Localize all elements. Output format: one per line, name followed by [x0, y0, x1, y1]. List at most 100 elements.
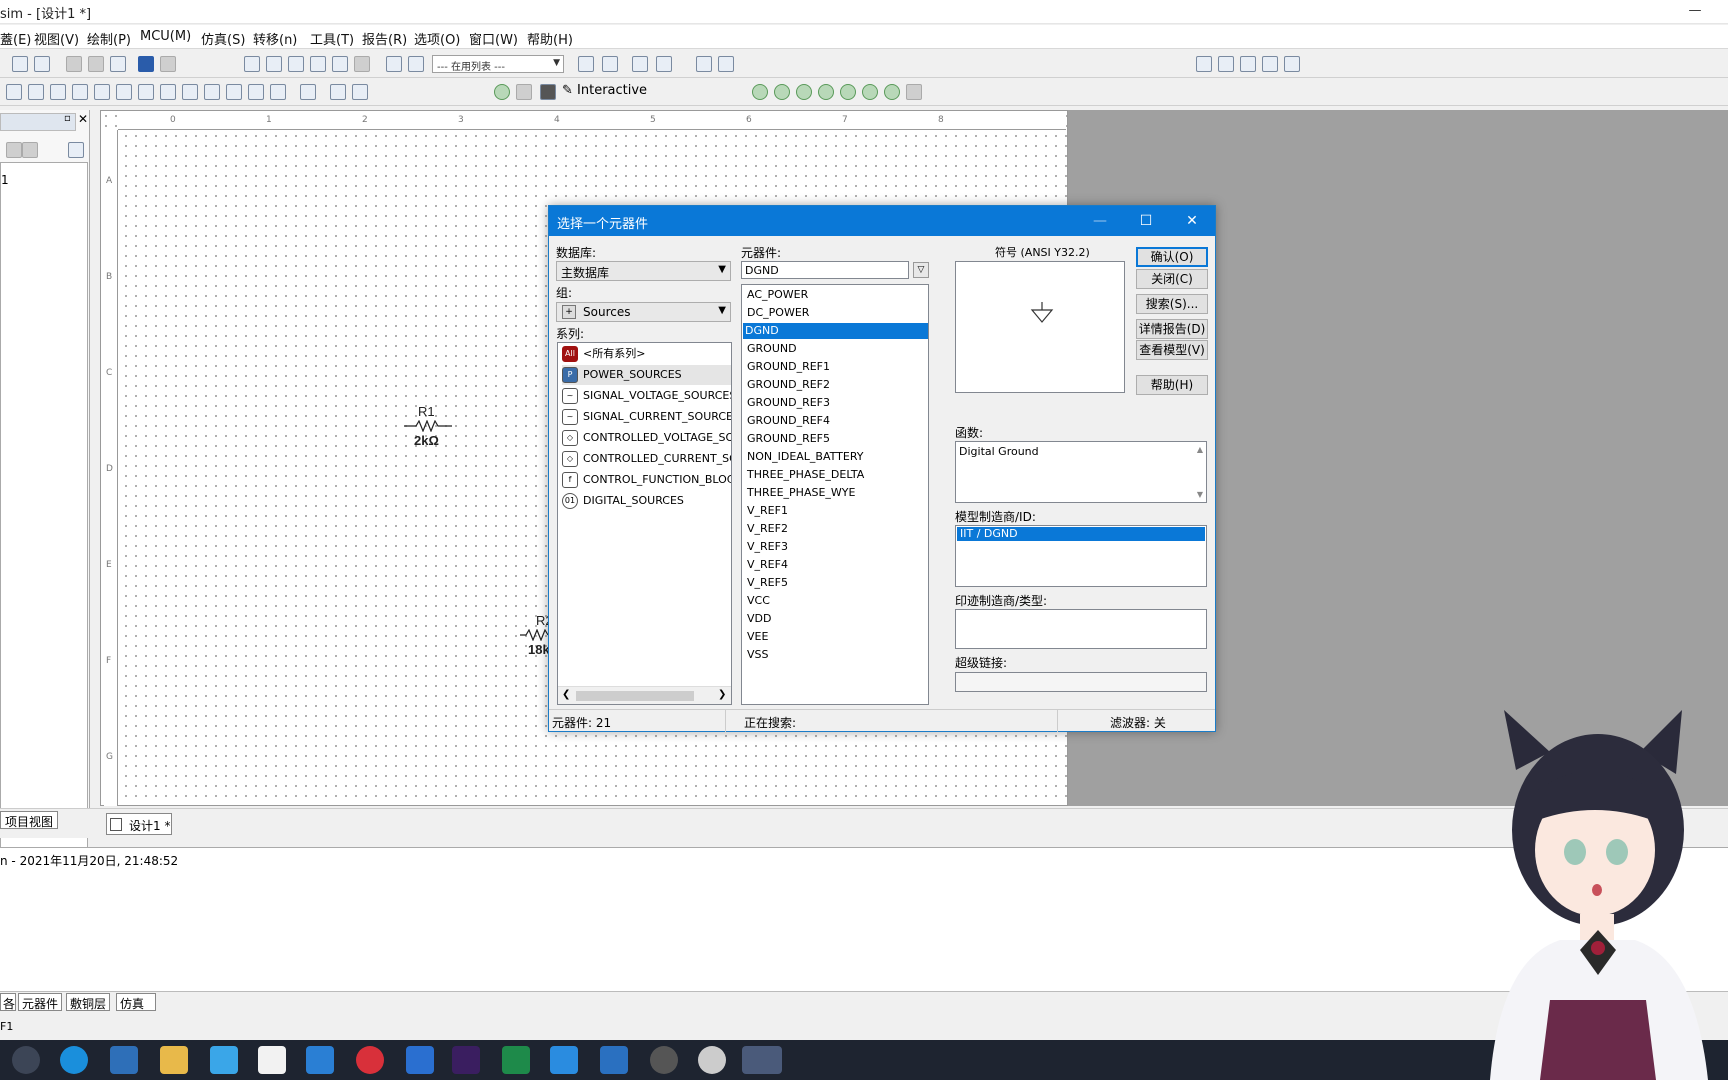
- resistor-r1-value[interactable]: 2kΩ: [414, 433, 439, 448]
- component-item[interactable]: GROUND: [745, 341, 928, 357]
- app-icon[interactable]: [600, 1046, 628, 1074]
- menu-tools[interactable]: 工具(T): [310, 29, 354, 48]
- menu-simulate[interactable]: 仿真(S): [201, 29, 245, 48]
- component-item[interactable]: V_REF1: [745, 503, 928, 519]
- component-item[interactable]: V_REF3: [745, 539, 928, 555]
- bode-plotter-icon[interactable]: [840, 84, 856, 100]
- place-hierarchy-icon[interactable]: [330, 84, 346, 100]
- place-diode-icon[interactable]: [50, 84, 66, 100]
- multisim-icon[interactable]: [502, 1046, 530, 1074]
- component-item[interactable]: AC_POWER: [745, 287, 928, 303]
- panel-delete-icon[interactable]: [22, 142, 38, 158]
- footprint-list[interactable]: [955, 609, 1207, 649]
- tree-item[interactable]: 1: [1, 173, 9, 187]
- menu-reports[interactable]: 报告(R): [362, 29, 407, 48]
- family-list[interactable]: All <所有系列> P POWER_SOURCES ~ SIGNAL_VOLTAGE…: [557, 342, 732, 705]
- family-item-power-sources[interactable]: P POWER_SOURCES: [562, 365, 731, 385]
- probe-icon[interactable]: [578, 56, 594, 72]
- resistor-r1-name[interactable]: R1: [418, 404, 435, 419]
- component-item[interactable]: THREE_PHASE_DELTA: [745, 467, 928, 483]
- premiere-icon[interactable]: [452, 1046, 480, 1074]
- view-model-button[interactable]: 查看模型(V): [1136, 340, 1208, 360]
- menu-edit[interactable]: 蓋(E): [0, 29, 31, 48]
- component-item[interactable]: DC_POWER: [745, 305, 928, 321]
- detail-report-button[interactable]: 详情报告(D): [1136, 319, 1208, 339]
- multimeter-icon[interactable]: [752, 84, 768, 100]
- model-list[interactable]: IIT / DGND: [955, 525, 1207, 587]
- place-ladder-icon[interactable]: [300, 84, 316, 100]
- component-item[interactable]: THREE_PHASE_WYE: [745, 485, 928, 501]
- place-basic-icon[interactable]: [28, 84, 44, 100]
- find-icon[interactable]: [696, 56, 712, 72]
- panel-minimize-icon[interactable]: ▫: [64, 113, 71, 124]
- dialog-maximize-icon[interactable]: ☐: [1123, 206, 1169, 236]
- place-bus-icon[interactable]: [352, 84, 368, 100]
- place-power-icon[interactable]: [226, 84, 242, 100]
- component-item[interactable]: V_REF2: [745, 521, 928, 537]
- tab-simulation[interactable]: 仿真: [116, 993, 156, 1011]
- minimize-button[interactable]: —: [1680, 2, 1710, 22]
- component-search-input[interactable]: DGND: [741, 261, 909, 279]
- filter-icon[interactable]: ▽: [913, 262, 929, 278]
- component-list[interactable]: AC_POWER DC_POWER DGND GROUND GROUND_REF…: [741, 284, 929, 705]
- postprocessor-icon[interactable]: [332, 56, 348, 72]
- place-indicator-icon[interactable]: [204, 84, 220, 100]
- component-item[interactable]: GROUND_REF2: [745, 377, 928, 393]
- resistor-r2-value[interactable]: 18k: [528, 642, 550, 657]
- pause-simulation-icon[interactable]: [516, 84, 532, 100]
- component-item[interactable]: V_REF5: [745, 575, 928, 591]
- tab-results[interactable]: 各: [0, 993, 16, 1011]
- menu-options[interactable]: 选项(O): [414, 29, 460, 48]
- settings-gear-icon[interactable]: [906, 84, 922, 100]
- place-misc-digital-icon[interactable]: [160, 84, 176, 100]
- annotate-icon[interactable]: [408, 56, 424, 72]
- store-icon[interactable]: [210, 1046, 238, 1074]
- resistor-r2-symbol[interactable]: [520, 629, 548, 641]
- family-item-controlled-current[interactable]: ◇ CONTROLLED_CURRENT_SOU: [562, 449, 731, 469]
- place-analog-icon[interactable]: [94, 84, 110, 100]
- mail-icon[interactable]: [306, 1046, 334, 1074]
- zoom-fit-icon[interactable]: [1262, 56, 1278, 72]
- confirm-button[interactable]: 确认(O): [1136, 247, 1208, 267]
- component-item[interactable]: GROUND_REF3: [745, 395, 928, 411]
- menu-view[interactable]: 视图(V): [34, 29, 79, 48]
- resistor-r1-symbol[interactable]: [404, 420, 452, 432]
- redo-icon[interactable]: [160, 56, 176, 72]
- netease-music-icon[interactable]: [356, 1046, 384, 1074]
- print-icon[interactable]: [12, 56, 28, 72]
- interactive-mode-button[interactable]: ✎ Interactive: [562, 83, 647, 98]
- wattmeter-icon[interactable]: [796, 84, 812, 100]
- menu-transfer[interactable]: 转移(n): [253, 29, 297, 48]
- full-screen-icon[interactable]: [1284, 56, 1300, 72]
- family-item-digital-sources[interactable]: 01 DIGITAL_SOURCES: [562, 491, 684, 511]
- panel-properties-icon[interactable]: [68, 142, 84, 158]
- toggle-panel-icon[interactable]: [244, 56, 260, 72]
- oscilloscope-icon[interactable]: [818, 84, 834, 100]
- word-generator-icon[interactable]: [862, 84, 878, 100]
- component-item-selected[interactable]: DGND: [743, 323, 928, 339]
- panel-tool-icon[interactable]: [6, 142, 22, 158]
- help-button[interactable]: 帮助(H): [1136, 375, 1208, 395]
- hyperlink-field[interactable]: [955, 672, 1207, 692]
- paste-icon[interactable]: [110, 56, 126, 72]
- component-item[interactable]: GROUND_REF5: [745, 431, 928, 447]
- tab-copper-layers[interactable]: 敷铜层: [66, 993, 110, 1011]
- file-explorer-icon[interactable]: [160, 1046, 188, 1074]
- close-button[interactable]: 关闭(C): [1136, 269, 1208, 289]
- place-transistor-icon[interactable]: [72, 84, 88, 100]
- family-item-control-function[interactable]: f CONTROL_FUNCTION_BLOCKS: [562, 470, 731, 490]
- place-cmos-icon[interactable]: [138, 84, 154, 100]
- scroll-down-icon[interactable]: ▼: [1197, 490, 1203, 499]
- todo-icon[interactable]: [406, 1046, 434, 1074]
- component-item[interactable]: GROUND_REF4: [745, 413, 928, 429]
- grapher-icon[interactable]: [310, 56, 326, 72]
- start-icon[interactable]: [12, 1046, 40, 1074]
- project-tree[interactable]: 1: [0, 162, 88, 918]
- zoom-out-icon[interactable]: [1218, 56, 1234, 72]
- family-item-controlled-voltage[interactable]: ◇ CONTROLLED_VOLTAGE_SOUR: [562, 428, 731, 448]
- zoom-in-icon[interactable]: [1196, 56, 1212, 72]
- print-preview-icon[interactable]: [34, 56, 50, 72]
- cut-icon[interactable]: [66, 56, 82, 72]
- vtuber-app-icon[interactable]: [698, 1046, 726, 1074]
- group-select[interactable]: + Sources ▼: [556, 302, 731, 322]
